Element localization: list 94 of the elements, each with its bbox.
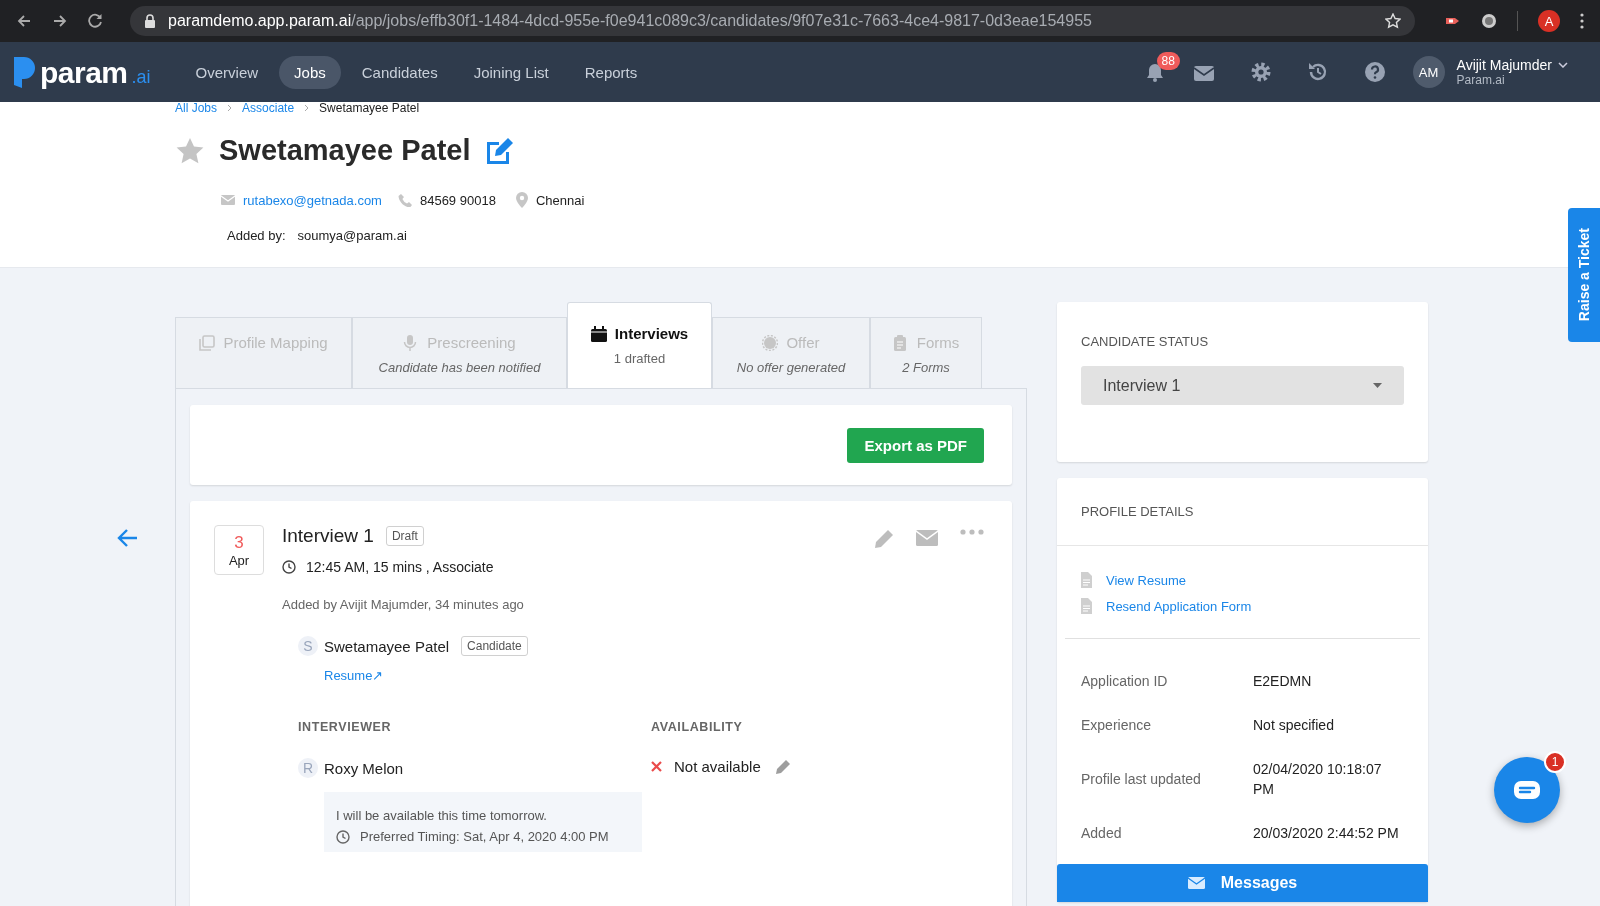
clock-icon [282, 560, 296, 574]
initial-avatar: S [298, 636, 318, 656]
tab[interactable]: Interviews 1 drafted [567, 302, 712, 388]
nav-item[interactable]: Overview [180, 55, 274, 89]
nav-item[interactable]: Reports [569, 55, 653, 89]
location-pin-icon [515, 192, 528, 208]
email-link[interactable]: rutabexo@getnada.com [243, 192, 382, 208]
history-icon[interactable] [1306, 61, 1329, 83]
note-text: I will be available this time tomorrow. [336, 808, 548, 823]
reload-icon[interactable] [88, 13, 104, 29]
column-heading: INTERVIEWER [298, 720, 393, 734]
status-dropdown[interactable]: Interview 1 [1081, 366, 1404, 405]
user-avatar[interactable]: AM [1412, 56, 1445, 88]
unread-count: 1 [1544, 751, 1566, 773]
initial-avatar: R [298, 758, 318, 778]
card-heading: CANDIDATE STATUS [1081, 334, 1210, 349]
back-arrow-icon[interactable] [16, 14, 32, 28]
export-pdf-button[interactable]: Export as PDF [847, 427, 984, 463]
calendar-icon [590, 325, 607, 342]
pencil-icon[interactable] [774, 758, 791, 775]
help-icon[interactable] [1363, 61, 1386, 83]
envelope-icon [1187, 876, 1205, 890]
status-tag: Draft [385, 526, 424, 546]
url-text: paramdemo.app.param.ai/app/jobs/effb30f1-1484-4dcd-955e-f0e941c089c3/candidates/9f07e31c-7663-4ce4-9817-0d3eae154955 [168, 12, 1093, 30]
logo-text: param [40, 57, 128, 88]
raise-ticket-tab[interactable]: Raise a Ticket [1568, 208, 1600, 342]
badge-icon [762, 334, 779, 351]
card-heading: PROFILE DETAILS [1081, 504, 1195, 519]
date-month: Apr [228, 552, 250, 568]
logo-icon [12, 56, 36, 88]
field-label: Added [1081, 825, 1123, 841]
clock-icon [336, 829, 350, 844]
clipboard-icon [892, 334, 909, 351]
breadcrumb-link[interactable]: Associate [242, 102, 295, 114]
added-by-value: soumya@param.ai [297, 228, 407, 243]
extension-icon[interactable] [1481, 13, 1497, 29]
address-bar[interactable]: paramdemo.app.param.ai/app/jobs/effb30f1-1484-4dcd-955e-f0e941c089c3/candidates/9f07e31c-7663-4ce4-9817-0d3eae154955 [130, 6, 1415, 36]
settings-icon[interactable] [1249, 61, 1272, 83]
chat-button[interactable] [1494, 757, 1560, 823]
forward-arrow-icon[interactable] [52, 14, 68, 28]
interviewer-name: Roxy Melon [324, 759, 404, 777]
chevron-icon [304, 104, 310, 112]
star-icon[interactable] [175, 136, 205, 165]
bookmark-star-icon[interactable] [1385, 13, 1401, 29]
messages-button[interactable]: Messages [1057, 864, 1428, 902]
participant-name: Swetamayee Patel [324, 637, 450, 655]
preferred-timing: Preferred Timing: Sat, Apr 4, 2020 4:00 PM [360, 829, 609, 844]
field-label: Application ID [1081, 673, 1169, 689]
tab[interactable]: Forms 2 Forms [870, 317, 982, 388]
document-icon [1081, 572, 1092, 588]
dropdown-caret-icon [1373, 383, 1382, 388]
document-icon [1081, 598, 1092, 614]
field-value: 20/03/2020 2:44:52 PM [1253, 824, 1400, 843]
tab[interactable]: Prescreening Candidate has been notified [352, 317, 567, 388]
field-label: Experience [1081, 717, 1153, 733]
resume-link[interactable]: Resume↗ [324, 668, 384, 683]
added-by-label: Added by: [227, 228, 286, 243]
nav-item[interactable]: Jobs [279, 55, 341, 89]
role-tag: Candidate [461, 636, 528, 656]
field-value: Not specified [1253, 716, 1335, 735]
breadcrumb-link[interactable]: All Jobs [175, 102, 218, 114]
envelope-icon [221, 194, 235, 206]
date-day: 3 [234, 532, 244, 553]
interview-details: 12:45 AM, 15 mins , Associate [306, 559, 494, 575]
field-label: Profile last updated [1081, 771, 1202, 787]
chat-icon [1514, 781, 1540, 799]
logo-suffix: .ai [131, 65, 151, 88]
interview-title: Interview 1 [282, 525, 374, 547]
caret-icon[interactable] [1558, 62, 1568, 68]
location-text: Chennai [535, 192, 585, 208]
user-name[interactable]: Avijit Majumder [1456, 57, 1552, 73]
edit-icon[interactable] [484, 136, 516, 165]
breadcrumb-current: Swetamayee Patel [319, 102, 420, 114]
field-value: 02/04/2020 10:18:07 PM [1253, 760, 1383, 799]
profile-avatar[interactable]: A [1538, 10, 1560, 32]
field-value: E2EDMN [1253, 672, 1313, 691]
profile-link[interactable]: Resend Application Form [1106, 598, 1252, 614]
notification-count: 88 [1156, 52, 1180, 70]
availability-status: Not available [674, 758, 761, 775]
copy-icon [199, 334, 216, 351]
candidate-name: Swetamayee Patel [219, 134, 471, 167]
tab[interactable]: Offer No offer generated [712, 317, 870, 388]
back-arrow-icon[interactable] [116, 527, 139, 549]
chevron-icon [227, 104, 233, 112]
nav-item[interactable]: Candidates [346, 55, 453, 89]
phone-icon [397, 193, 412, 207]
profile-link[interactable]: View Resume [1106, 572, 1186, 588]
menu-icon[interactable] [1580, 13, 1584, 29]
lock-icon [144, 13, 156, 29]
column-heading: AVAILABILITY [651, 720, 744, 734]
nav-item[interactable]: Joining List [458, 55, 564, 89]
added-by-text: Added by Avijit Majumder, 34 minutes ago [282, 597, 525, 612]
organization-name: Param.ai [1456, 73, 1506, 87]
phone-number: 84569 90018 [419, 192, 496, 208]
